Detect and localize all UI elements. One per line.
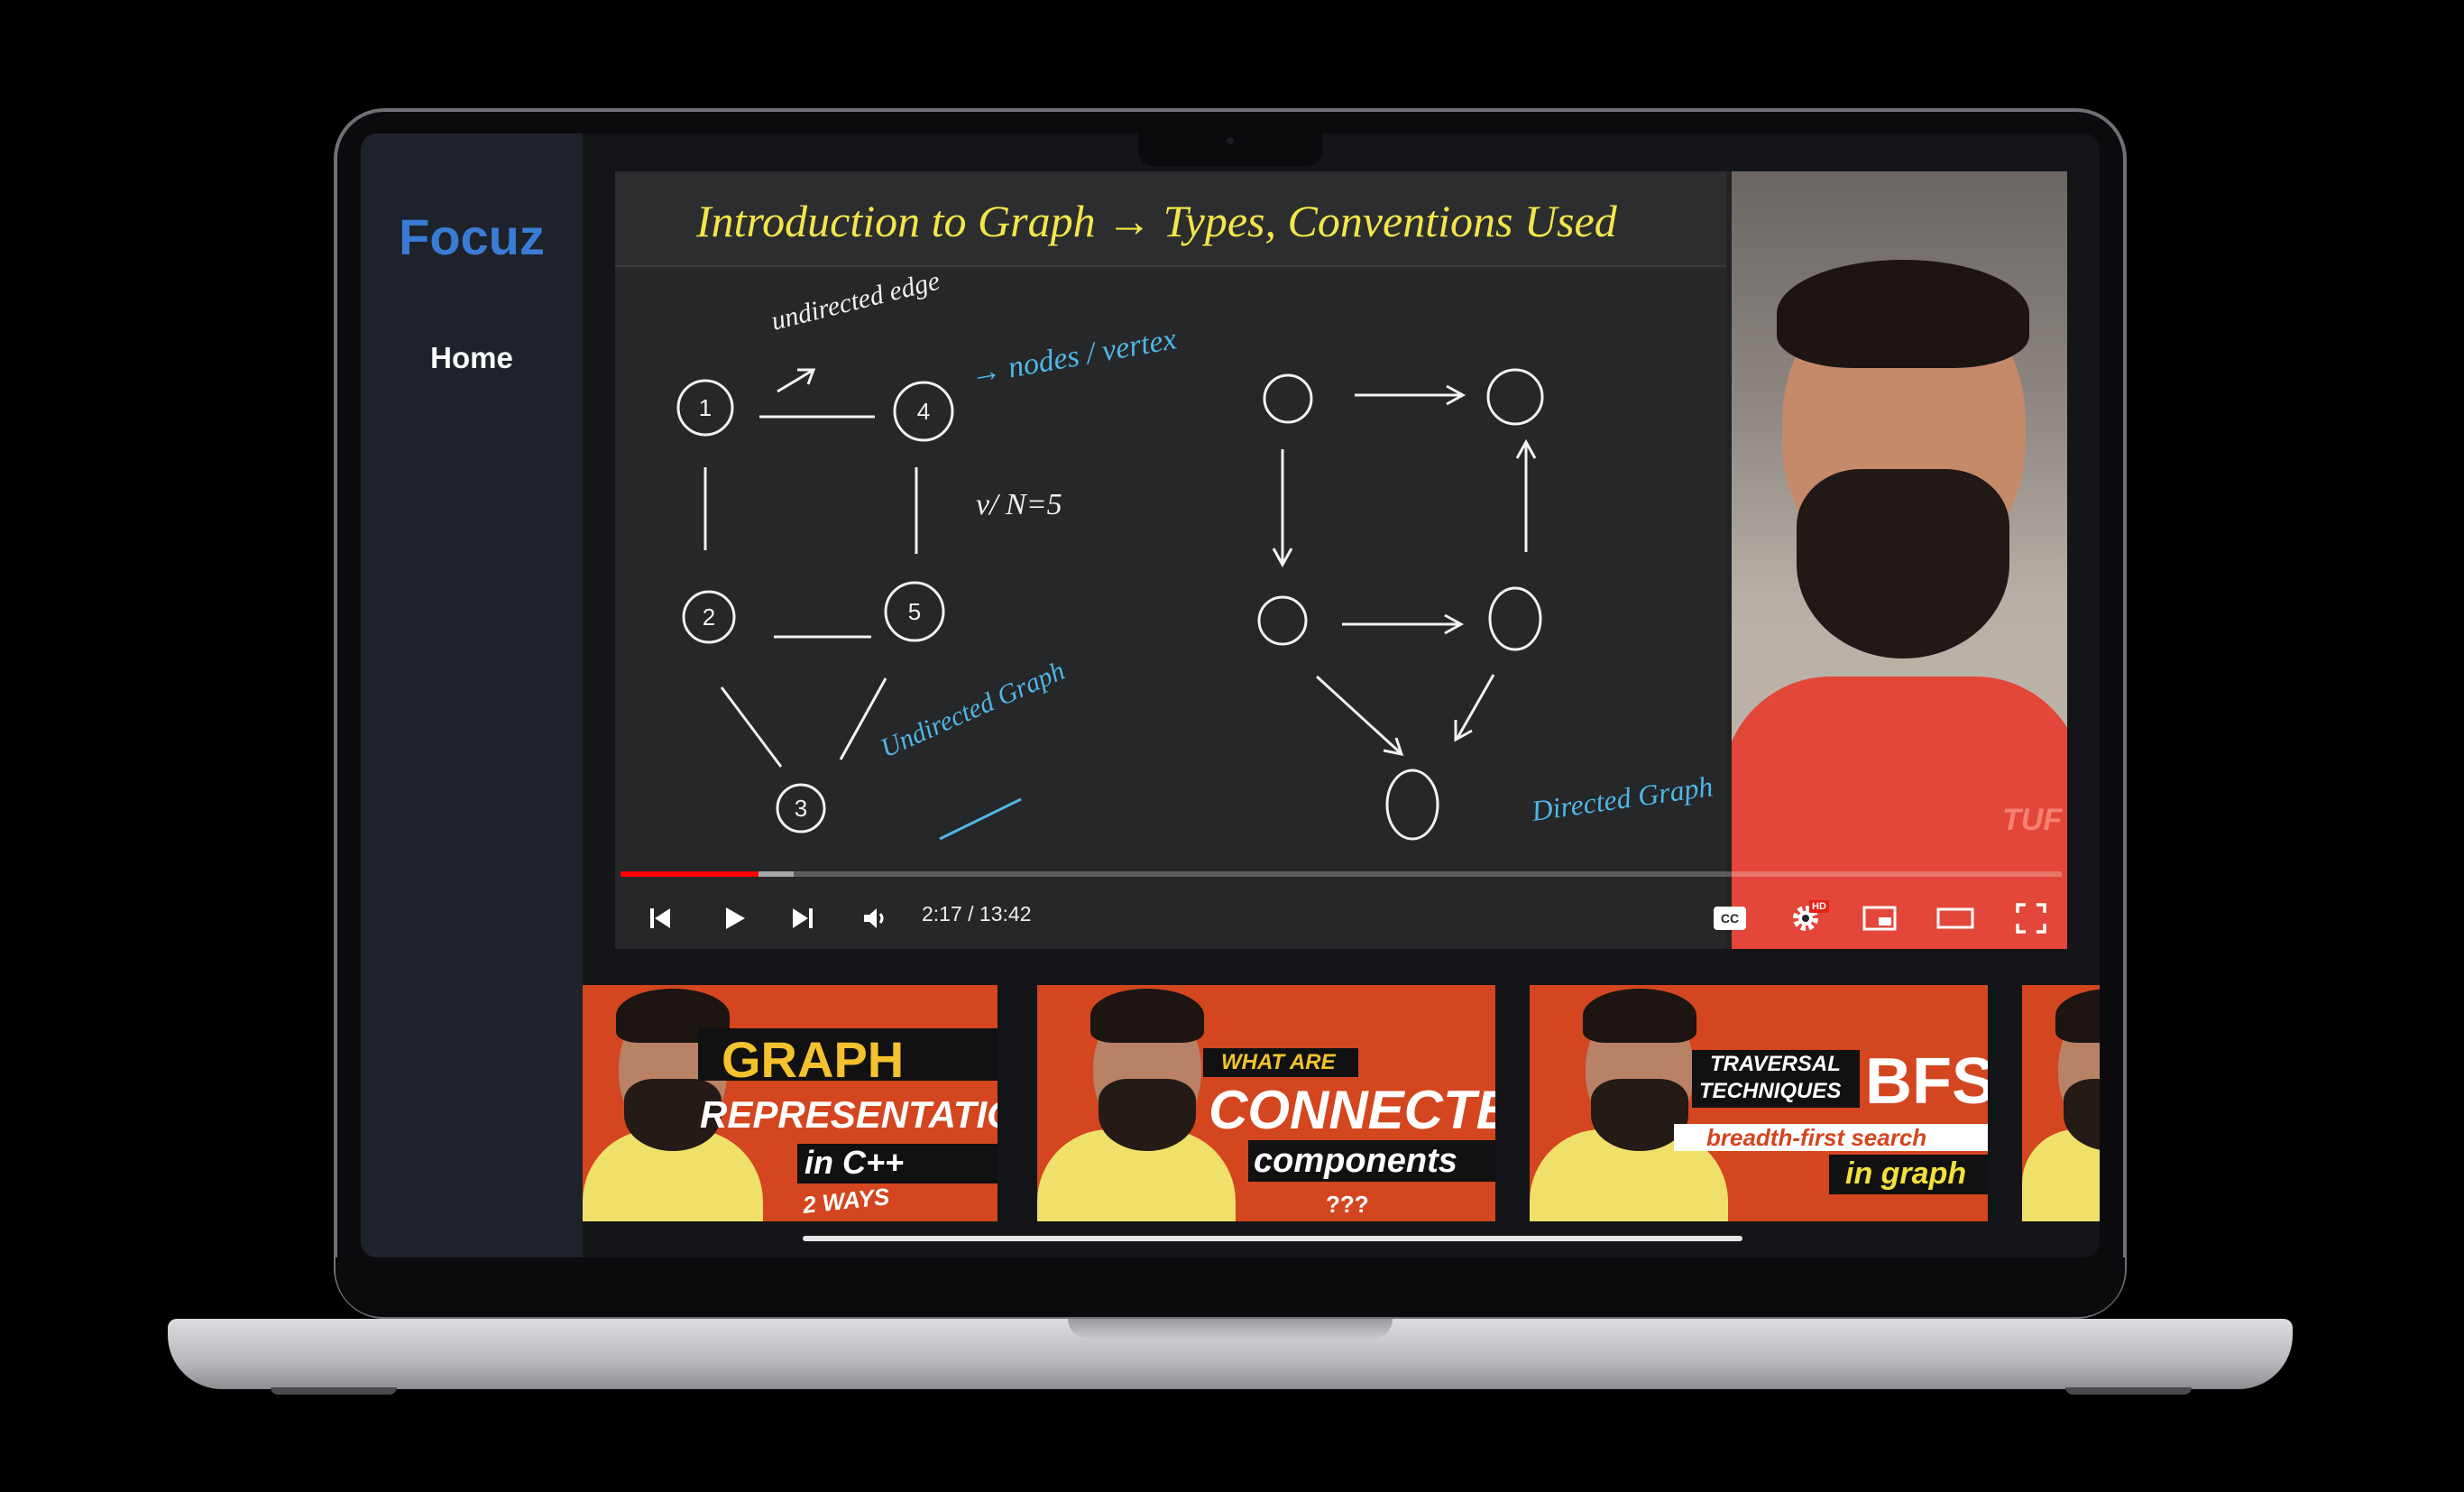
play-icon: [726, 907, 745, 929]
laptop-foot: [2065, 1387, 2192, 1395]
progress-played: [621, 871, 759, 877]
node-label: 2: [703, 603, 715, 631]
skip-previous-icon: [650, 908, 670, 928]
thumbnail-title: BFS: [1865, 1045, 1988, 1118]
annotation-directed-graph: Directed Graph: [1529, 769, 1715, 827]
captions-button[interactable]: CC: [1705, 893, 1755, 944]
cc-icon: CC: [1714, 907, 1746, 930]
theater-mode-button[interactable]: [1930, 893, 1981, 944]
board-title: Introduction to Graph → Types, Conventio…: [695, 196, 1618, 246]
video-thumbnail[interactable]: [2022, 985, 2100, 1221]
thumbnail-subtitle: ???: [1326, 1191, 1369, 1218]
laptop-base-notch: [1068, 1319, 1393, 1339]
fullscreen-button[interactable]: [2006, 893, 2056, 944]
related-videos-row: GRAPH REPRESENTATION in C++ 2 WAYS WHAT …: [583, 985, 2100, 1221]
fullscreen-icon: [2016, 903, 2046, 934]
presenter-hair: [1777, 260, 2029, 368]
node-label: 1: [699, 394, 712, 421]
node-label: 4: [917, 398, 930, 425]
hd-badge: HD: [1809, 900, 1829, 913]
video-thumbnail[interactable]: TRAVERSAL TECHNIQUES BFS breadth-first s…: [1530, 985, 1988, 1221]
annotation-undirected-graph: Undirected Graph: [876, 656, 1069, 764]
thumbnail-subtitle: components: [1254, 1142, 1457, 1180]
miniplayer-button[interactable]: [1854, 893, 1905, 944]
sidebar-item-home[interactable]: Home: [361, 341, 583, 375]
video-thumbnail[interactable]: WHAT ARE CONNECTED components ???: [1037, 985, 1495, 1221]
video-thumbnail[interactable]: GRAPH REPRESENTATION in C++ 2 WAYS: [583, 985, 998, 1221]
annotation-count: v/ N=5: [976, 488, 1062, 521]
video-player[interactable]: Introduction to Graph → Types, Conventio…: [615, 171, 2067, 949]
thumbnail-subtitle: in C++: [804, 1144, 905, 1181]
thumbnail-subtitle: 2 WAYS: [801, 1183, 891, 1219]
thumbnail-title: TECHNIQUES: [1699, 1079, 1842, 1103]
thumbnail-title: REPRESENTATION: [700, 1093, 998, 1136]
presenter-beard: [1797, 469, 2009, 659]
thumbnail-title: CONNECTED: [1209, 1080, 1495, 1140]
app-logo[interactable]: Focuz: [361, 207, 583, 266]
time-display: 2:17 / 13:42: [922, 902, 1032, 926]
miniplayer-icon: [1862, 906, 1897, 931]
laptop-foot: [271, 1387, 397, 1395]
thumbnail-title: GRAPH: [722, 1031, 905, 1088]
play-button[interactable]: [709, 893, 759, 944]
settings-button[interactable]: HD: [1780, 893, 1831, 944]
sidebar: Focuz Home: [361, 134, 583, 1257]
volume-button[interactable]: [850, 893, 900, 944]
annotation-nodes-vertex: → nodes / vertex: [968, 322, 1179, 391]
presenter-video: TUF: [1732, 171, 2067, 949]
watermark: TUF: [2002, 803, 2063, 837]
skip-next-icon: [793, 908, 813, 928]
thumbnail-subtitle: breadth-first search: [1706, 1124, 1927, 1151]
thumbnail-title: WHAT ARE: [1221, 1050, 1336, 1074]
previous-button[interactable]: [635, 893, 685, 944]
thumbnail-title: TRAVERSAL: [1710, 1052, 1841, 1076]
annotation-undirected-edge: undirected edge: [768, 265, 943, 336]
app-screen: Focuz Home Introduction to Graph → Types…: [361, 134, 2100, 1257]
camera-icon: [1227, 137, 1234, 144]
theater-mode-icon: [1936, 907, 1974, 929]
progress-bar[interactable]: [621, 871, 2062, 877]
horizontal-scrollbar[interactable]: [803, 1236, 1742, 1241]
next-button[interactable]: [777, 893, 828, 944]
video-frame-board: Introduction to Graph → Types, Conventio…: [615, 171, 1726, 949]
node-label: 3: [795, 795, 807, 822]
laptop-bottom-bezel: [336, 1257, 2125, 1317]
node-label: 5: [908, 598, 921, 625]
thumbnail-subtitle: in graph: [1845, 1156, 1967, 1191]
volume-icon: [864, 908, 884, 928]
board-drawing: Introduction to Graph → Types, Conventio…: [676, 196, 1715, 841]
